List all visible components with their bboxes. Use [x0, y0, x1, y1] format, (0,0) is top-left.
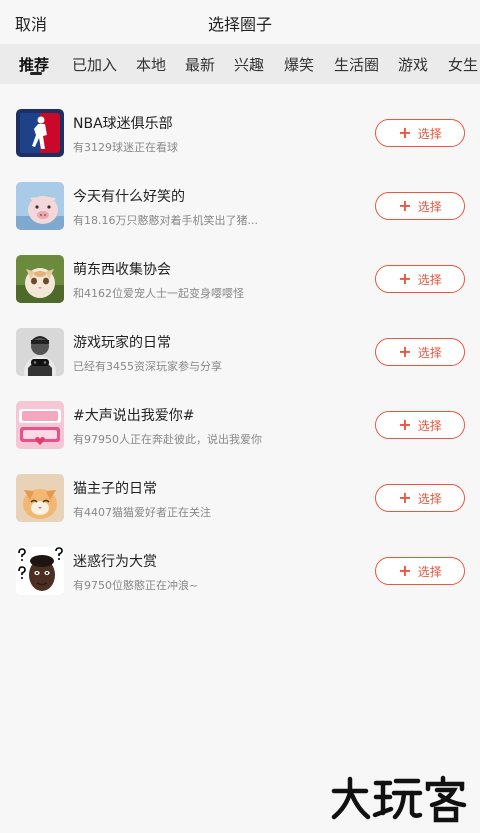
circle-description: 有4407猫猫爱好者正在关注 — [73, 506, 211, 519]
circle-name: #大声说出我爱你# — [73, 408, 195, 424]
category-tabs: 推荐 已加入 本地 最新 兴趣 爆笑 生活圈 游戏 女生 — [0, 44, 480, 84]
tab-latest[interactable]: 最新 — [185, 54, 215, 75]
tab-games[interactable]: 游戏 — [398, 54, 428, 75]
circle-name: 游戏玩家的日常 — [73, 335, 171, 351]
cat-owner-photo-icon — [16, 474, 64, 522]
love-sticker-icon — [16, 401, 64, 449]
circle-name: NBA球迷俱乐部 — [73, 116, 173, 132]
list-item: NBA球迷俱乐部 有3129球迷正在看球 + 选择 — [0, 109, 480, 182]
tab-girls[interactable]: 女生 — [448, 54, 478, 75]
nba-logo-icon — [16, 109, 64, 157]
page-title: 选择圈子 — [207, 15, 272, 34]
select-button[interactable]: + 选择 — [375, 192, 465, 220]
list-item: #大声说出我爱你# 有97950人正在奔赴彼此，说出我爱你 + 选择 — [0, 401, 480, 474]
list-item: 萌东西收集协会 和4162位爱宠人士一起变身嘤嘤怪 + 选择 — [0, 255, 480, 328]
watermark-logo — [328, 775, 468, 823]
plus-icon: + — [398, 123, 412, 142]
select-button[interactable]: + 选择 — [375, 338, 465, 366]
list-item: 游戏玩家的日常 已经有3455资深玩家参与分享 + 选择 — [0, 328, 480, 401]
active-tab-indicator — [30, 72, 42, 75]
circle-description: 有18.16万只憨憨对着手机笑出了猪... — [73, 214, 258, 227]
select-label: 选择 — [417, 272, 442, 287]
circle-name: 萌东西收集协会 — [73, 262, 171, 278]
select-label: 选择 — [417, 199, 442, 214]
circle-description: 已经有3455资深玩家参与分享 — [73, 360, 222, 373]
select-label: 选择 — [417, 564, 442, 579]
confused-face-icon — [16, 547, 64, 595]
select-button[interactable]: + 选择 — [375, 411, 465, 439]
plus-icon: + — [398, 415, 412, 434]
plus-icon: + — [398, 342, 412, 361]
select-label: 选择 — [417, 491, 442, 506]
circle-name: 今天有什么好笑的 — [73, 189, 185, 205]
pig-photo-icon — [16, 182, 64, 230]
circle-description: 有3129球迷正在看球 — [73, 141, 178, 154]
plus-icon: + — [398, 269, 412, 288]
tab-funny[interactable]: 爆笑 — [284, 54, 314, 75]
list-item: 猫主子的日常 有4407猫猫爱好者正在关注 + 选择 — [0, 474, 480, 547]
gamer-icon — [16, 328, 64, 376]
tab-life[interactable]: 生活圈 — [334, 54, 379, 75]
list-item: 迷惑行为大赏 有9750位憨憨正在冲浪~ + 选择 — [0, 547, 480, 620]
select-label: 选择 — [417, 126, 442, 141]
tab-interest[interactable]: 兴趣 — [234, 54, 264, 75]
select-button[interactable]: + 选择 — [375, 557, 465, 585]
select-button[interactable]: + 选择 — [375, 119, 465, 147]
plus-icon: + — [398, 196, 412, 215]
select-button[interactable]: + 选择 — [375, 265, 465, 293]
circle-description: 有9750位憨憨正在冲浪~ — [73, 579, 199, 592]
select-button[interactable]: + 选择 — [375, 484, 465, 512]
circle-description: 和4162位爱宠人士一起变身嘤嘤怪 — [73, 287, 244, 300]
circle-name: 猫主子的日常 — [73, 481, 157, 497]
select-label: 选择 — [417, 345, 442, 360]
plus-icon: + — [398, 561, 412, 580]
plus-icon: + — [398, 488, 412, 507]
tab-local[interactable]: 本地 — [136, 54, 166, 75]
list-item: 今天有什么好笑的 有18.16万只憨憨对着手机笑出了猪... + 选择 — [0, 182, 480, 255]
cat-photo-icon — [16, 255, 64, 303]
select-label: 选择 — [417, 418, 442, 433]
tab-joined[interactable]: 已加入 — [72, 54, 117, 75]
header: 取消 选择圈子 — [0, 0, 480, 44]
circle-name: 迷惑行为大赏 — [73, 554, 157, 570]
circle-description: 有97950人正在奔赴彼此，说出我爱你 — [73, 433, 262, 446]
